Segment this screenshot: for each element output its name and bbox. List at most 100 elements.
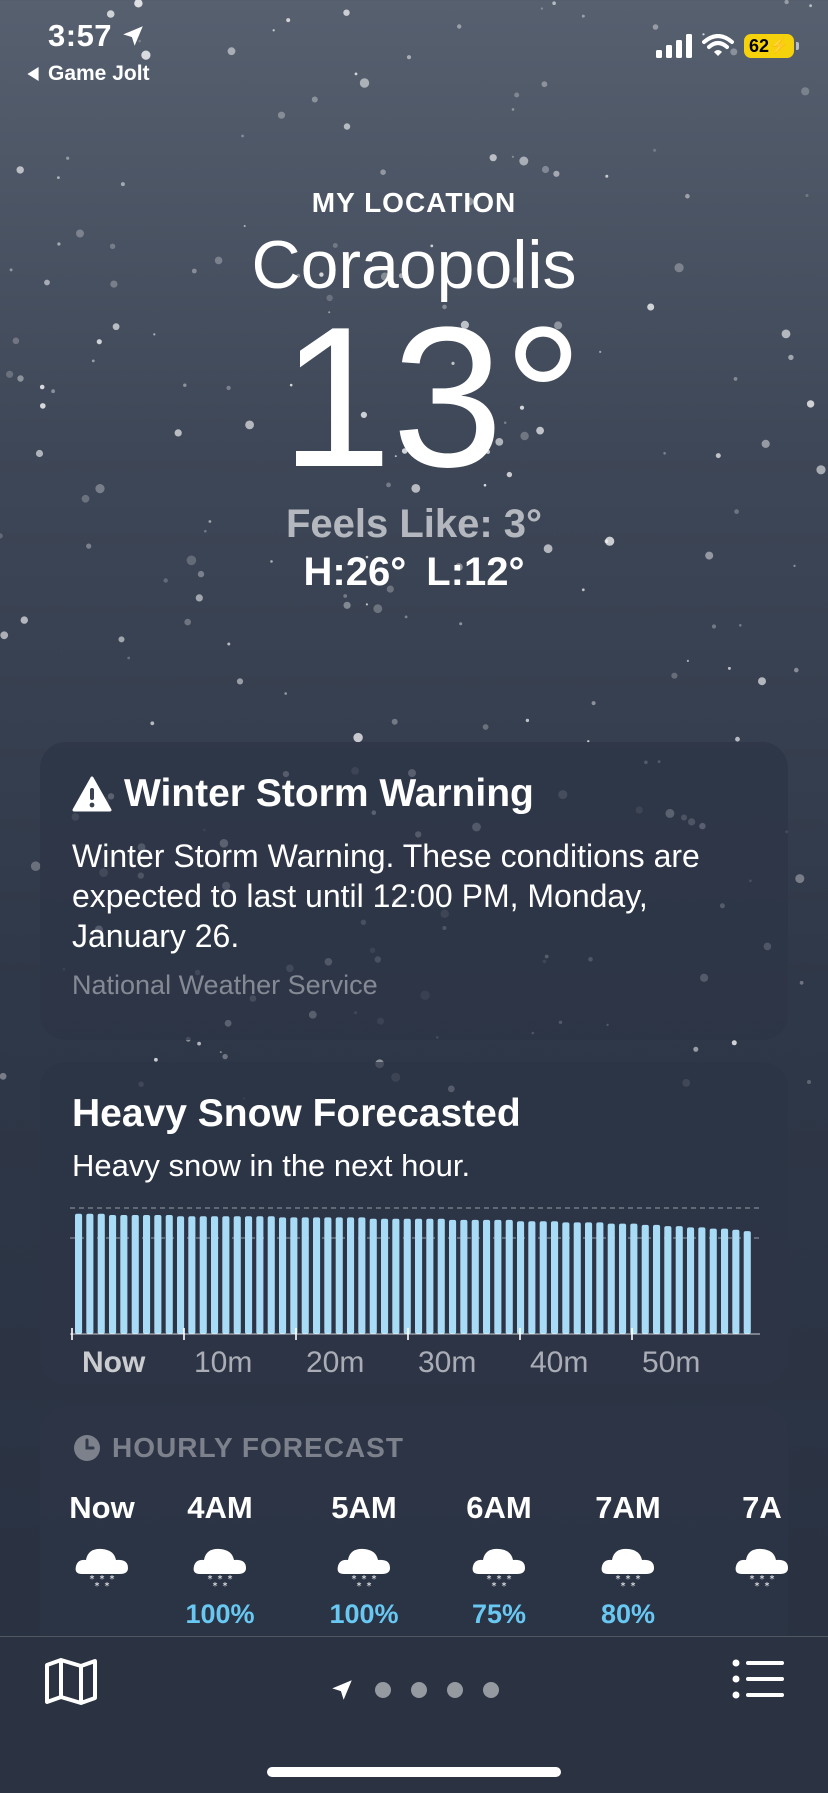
precip-bar bbox=[188, 1216, 196, 1334]
snowflake bbox=[735, 736, 740, 742]
hourly-item[interactable]: 4AM * * * * * 100% bbox=[150, 1490, 290, 1630]
snowflake bbox=[20, 616, 28, 624]
hourly-item[interactable]: 6AM * * * * * 75% bbox=[429, 1490, 569, 1630]
snowflake bbox=[391, 718, 398, 725]
precip-bar bbox=[256, 1216, 264, 1334]
home-indicator[interactable] bbox=[267, 1767, 561, 1777]
chart-tick-label: 30m bbox=[418, 1346, 476, 1374]
severe-weather-alert-card[interactable]: Winter Storm Warning Winter Storm Warnin… bbox=[40, 742, 788, 1040]
page-dot[interactable] bbox=[375, 1682, 391, 1698]
precip-bar bbox=[528, 1221, 536, 1334]
snowflake bbox=[519, 156, 529, 166]
snowflake bbox=[106, 10, 115, 18]
precip-bar bbox=[607, 1223, 615, 1334]
precip-chance: 75% bbox=[471, 1599, 527, 1629]
current-location-page-icon[interactable] bbox=[329, 1677, 355, 1703]
snowflake bbox=[380, 169, 386, 175]
hourly-header: HOURLY FORECAST bbox=[72, 1432, 756, 1464]
page-dot[interactable] bbox=[483, 1682, 499, 1698]
precipitation-chart: Now 10m 20m 30m 40m 50m bbox=[70, 1207, 760, 1374]
precip-bar bbox=[732, 1229, 740, 1334]
precip-bar bbox=[709, 1228, 717, 1334]
precip-chance: 80% bbox=[600, 1599, 656, 1629]
hourly-item[interactable]: 7A * * * * * bbox=[692, 1490, 788, 1629]
svg-text:*: * bbox=[631, 1581, 636, 1592]
precip-bar bbox=[596, 1222, 604, 1334]
snowflake bbox=[197, 1041, 202, 1046]
snowflake bbox=[343, 9, 350, 16]
snowflake bbox=[0, 631, 9, 640]
back-to-app-link[interactable]: Game Jolt bbox=[26, 62, 150, 86]
precip-bar bbox=[743, 1231, 751, 1334]
charging-bolt-icon: ⚡ bbox=[769, 38, 789, 55]
snowflake bbox=[343, 601, 351, 609]
precip-bar bbox=[245, 1216, 253, 1334]
precip-bar bbox=[290, 1217, 298, 1334]
precip-title: Heavy Snow Forecasted bbox=[72, 1092, 521, 1135]
svg-text:*: * bbox=[770, 1574, 775, 1585]
precip-bar bbox=[301, 1217, 309, 1334]
precip-bar bbox=[120, 1215, 128, 1334]
snowflake bbox=[784, 0, 789, 5]
precip-bar bbox=[154, 1215, 162, 1334]
bottom-toolbar bbox=[0, 1636, 828, 1793]
snow-cloud-icon: * * ** * bbox=[472, 1548, 525, 1592]
snowflake bbox=[489, 154, 497, 162]
svg-text:*: * bbox=[213, 1581, 218, 1592]
hourly-item[interactable]: 7AM * * * * * 80% bbox=[558, 1490, 698, 1630]
precip-bar bbox=[483, 1219, 491, 1334]
precip-bar bbox=[415, 1218, 423, 1334]
precip-bar bbox=[267, 1216, 275, 1334]
snowflake bbox=[711, 624, 717, 629]
precip-bar bbox=[687, 1227, 695, 1334]
snowflake bbox=[236, 678, 244, 685]
svg-text:*: * bbox=[765, 1581, 770, 1592]
next-hour-precipitation-card[interactable]: Heavy Snow Forecasted Heavy snow in the … bbox=[40, 1062, 788, 1384]
precip-bar bbox=[585, 1222, 593, 1334]
precip-bar bbox=[222, 1216, 230, 1334]
precip-bar bbox=[460, 1219, 468, 1334]
precip-bar bbox=[165, 1215, 173, 1334]
snowflake bbox=[459, 622, 463, 626]
precip-bar bbox=[630, 1223, 638, 1334]
precip-bar bbox=[698, 1227, 706, 1334]
precip-bar bbox=[335, 1217, 343, 1334]
hourly-item[interactable]: 5AM * * * * * 100% bbox=[294, 1490, 434, 1630]
svg-text:*: * bbox=[492, 1581, 497, 1592]
snowflake bbox=[57, 176, 60, 180]
snowflake bbox=[686, 659, 690, 663]
hourly-forecast-card[interactable]: HOURLY FORECAST Now * * * * * 4AM * * * * * 100% 5AM *… bbox=[40, 1406, 788, 1658]
back-app-label: Game Jolt bbox=[48, 62, 150, 85]
snowflake bbox=[354, 72, 358, 76]
precip-bar bbox=[551, 1221, 559, 1334]
hourly-list: Now * * * * * 4AM * * * * * 100% 5AM * * * * * 100% 6AM * * * * *… bbox=[69, 1464, 788, 1644]
snowflake bbox=[118, 636, 125, 643]
svg-text:*: * bbox=[621, 1581, 626, 1592]
precip-bar bbox=[381, 1218, 389, 1334]
svg-text:*: * bbox=[755, 1581, 760, 1592]
hourly-time: 6AM bbox=[466, 1490, 532, 1525]
snowflake bbox=[0, 1072, 7, 1080]
snowflake bbox=[731, 1040, 737, 1046]
cellular-signal-icon bbox=[656, 34, 692, 58]
page-indicator[interactable] bbox=[0, 1677, 828, 1703]
snowflake bbox=[511, 108, 515, 111]
page-dot[interactable] bbox=[411, 1682, 427, 1698]
hourly-title: HOURLY FORECAST bbox=[112, 1432, 404, 1463]
list-icon[interactable] bbox=[732, 1659, 784, 1699]
snowflake bbox=[277, 111, 286, 119]
svg-text:*: * bbox=[357, 1581, 362, 1592]
snowflake bbox=[799, 980, 804, 985]
snowflake bbox=[807, 1080, 811, 1084]
snowflake bbox=[553, 170, 560, 177]
location-arrow-icon bbox=[123, 26, 143, 46]
svg-text:*: * bbox=[502, 1581, 507, 1592]
chart-tick-label: Now bbox=[82, 1346, 146, 1374]
snowflake bbox=[457, 24, 462, 29]
snow-cloud-icon: * * ** * bbox=[735, 1548, 788, 1592]
snowflake bbox=[222, 1053, 228, 1060]
page-dot[interactable] bbox=[447, 1682, 463, 1698]
precip-bar bbox=[75, 1213, 83, 1334]
location-label: MY LOCATION bbox=[311, 187, 517, 218]
snowflake bbox=[120, 182, 125, 187]
